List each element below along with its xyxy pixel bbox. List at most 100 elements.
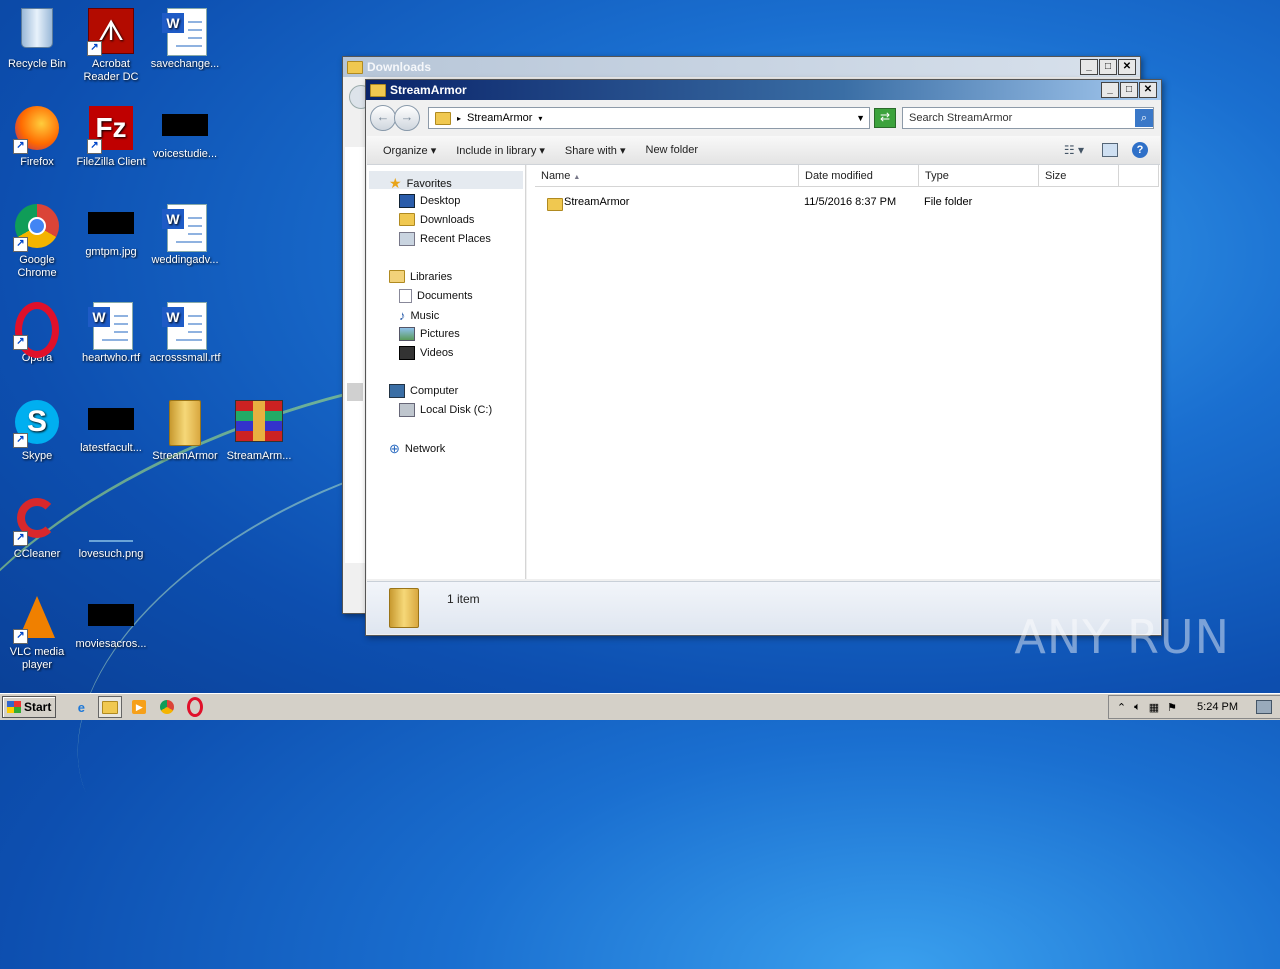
desktop-icon-label: Acrobat Reader DC — [83, 58, 139, 83]
word-document-icon: W — [161, 302, 209, 350]
desktop-icon-label: StreamArmor — [152, 450, 218, 462]
include-in-library-button[interactable]: Include in library ▾ — [448, 144, 553, 157]
back-arrow-icon[interactable]: ← — [370, 105, 396, 131]
address-bar[interactable]: ▸ StreamArmor ▾ ▼ — [428, 107, 870, 129]
downloads-folder-icon — [399, 213, 415, 226]
nav-videos[interactable]: Videos — [399, 346, 453, 360]
nav-network[interactable]: ⊕ Network — [389, 441, 445, 457]
search-icon[interactable]: ⌕ — [1135, 109, 1153, 127]
downloads-titlebar[interactable]: Downloads _ □ ✕ — [343, 57, 1140, 77]
new-folder-button[interactable]: New folder — [638, 144, 707, 156]
network-tray-icon[interactable]: ▦ — [1149, 701, 1159, 714]
desktop-icon-recycle-bin[interactable]: Recycle Bin — [0, 2, 74, 71]
nav-favorites[interactable]: ★ Favorites — [389, 175, 452, 192]
minimize-button[interactable]: _ — [1101, 82, 1119, 98]
desktop-icon-gmtpm[interactable]: gmtpm.jpg — [74, 198, 148, 259]
desktop-icon-moviesacros[interactable]: moviesacros... — [74, 590, 148, 651]
windows-logo-icon — [7, 701, 21, 713]
desktop-icon-streamarmor-archive[interactable]: StreamArm... — [222, 394, 296, 463]
desktop-icon-lovesuch[interactable]: lovesuch.png — [74, 492, 148, 561]
show-hidden-icons-icon[interactable]: ⌃ — [1117, 701, 1126, 714]
preview-pane-icon[interactable] — [1102, 143, 1118, 157]
maximize-button[interactable]: □ — [1120, 82, 1138, 98]
word-document-icon: W — [161, 8, 209, 56]
desktop-icon-heartwho[interactable]: W heartwho.rtf — [74, 296, 148, 365]
view-options-icon[interactable]: ☷ ▾ — [1064, 143, 1084, 157]
desktop-icon-firefox[interactable]: ↗ Firefox — [0, 100, 74, 169]
explorer-taskbar-icon[interactable] — [98, 696, 123, 718]
share-with-button[interactable]: Share with ▾ — [557, 144, 634, 157]
clock[interactable]: 5:24 PM — [1197, 701, 1238, 713]
chevron-down-icon: ▾ — [430, 144, 437, 157]
start-button[interactable]: Start — [2, 696, 57, 718]
breadcrumb[interactable]: StreamArmor — [467, 112, 532, 124]
nav-computer[interactable]: Computer — [389, 384, 458, 398]
media-player-icon[interactable]: ▶ — [128, 697, 150, 717]
nav-pictures[interactable]: Pictures — [399, 327, 460, 341]
file-date: 11/5/2016 8:37 PM — [804, 196, 897, 208]
libraries-icon — [389, 270, 405, 283]
firefox-icon: ↗ — [13, 106, 61, 154]
desktop-icon-ccleaner[interactable]: ↗ CCleaner — [0, 492, 74, 561]
column-header-name[interactable]: Name ▲ — [535, 165, 799, 187]
scroll-thumb[interactable] — [347, 383, 363, 401]
nav-label: Documents — [417, 290, 473, 302]
desktop-icon-weddingadv[interactable]: W weddingadv... — [148, 198, 222, 267]
nav-local-disk[interactable]: Local Disk (C:) — [399, 403, 492, 417]
volume-icon[interactable]: 🔈︎ — [1134, 701, 1141, 714]
nav-downloads[interactable]: Downloads — [399, 213, 474, 226]
explorer-titlebar[interactable]: StreamArmor _ □ ✕ — [366, 80, 1161, 100]
desktop-icon-label: StreamArm... — [226, 450, 292, 462]
desktop-icon-label: Firefox — [20, 156, 54, 168]
action-center-flag-icon[interactable]: ⚑ — [1167, 701, 1177, 714]
nav-music[interactable]: ♪ Music — [399, 308, 439, 323]
nav-recent-places[interactable]: Recent Places — [399, 232, 491, 246]
desktop-icon-filezilla[interactable]: Fz ↗ FileZilla Client — [74, 100, 148, 169]
breadcrumb-dropdown-icon[interactable]: ▾ — [538, 114, 542, 123]
desktop-icon-acrobat[interactable]: ᗑ ↗ Acrobat Reader DC — [74, 2, 148, 84]
breadcrumb-chevron-icon[interactable]: ▸ — [457, 114, 461, 123]
column-header-size[interactable]: Size — [1039, 165, 1119, 187]
desktop-icon-label: savechange... — [150, 58, 220, 70]
chrome-icon: ↗ — [13, 204, 61, 252]
show-desktop-icon[interactable] — [1256, 700, 1272, 714]
share-label: Share with — [564, 144, 617, 157]
file-row[interactable]: StreamArmor 11/5/2016 8:37 PM File folde… — [527, 193, 1160, 211]
column-header-type[interactable]: Type — [919, 165, 1039, 187]
nav-label: Music — [410, 309, 440, 322]
desktop-icon-chrome[interactable]: ↗ Google Chrome — [0, 198, 74, 280]
search-field[interactable]: Search StreamArmor ⌕ — [902, 107, 1154, 129]
folder-icon — [435, 111, 451, 125]
nav-documents[interactable]: Documents — [399, 289, 473, 303]
maximize-button[interactable]: □ — [1099, 59, 1117, 75]
minimize-button[interactable]: _ — [1080, 59, 1098, 75]
address-row: ← → ▸ StreamArmor ▾ ▼ ⇄ Search StreamArm… — [370, 104, 1157, 132]
address-dropdown-icon[interactable]: ▼ — [856, 113, 865, 123]
videos-icon — [399, 346, 415, 360]
desktop-icon-label: weddingadv... — [151, 254, 219, 266]
help-icon[interactable]: ? — [1132, 142, 1148, 158]
chrome-taskbar-icon[interactable] — [156, 697, 178, 717]
nav-label: Desktop — [420, 195, 461, 207]
desktop-icon-savechange[interactable]: W savechange... — [148, 2, 222, 71]
desktop-icon-latestfacult[interactable]: latestfacult... — [74, 394, 148, 455]
desktop-icon-vlc[interactable]: ↗ VLC media player — [0, 590, 74, 672]
opera-taskbar-icon[interactable] — [184, 697, 206, 717]
column-header-date[interactable]: Date modified — [799, 165, 919, 187]
refresh-icon[interactable]: ⇄ — [874, 108, 896, 128]
nav-libraries[interactable]: Libraries — [389, 270, 452, 283]
desktop-icon-voicestudie[interactable]: voicestudie... — [148, 100, 222, 161]
forward-arrow-icon[interactable]: → — [394, 105, 420, 131]
desktop-icon-skype[interactable]: S ↗ Skype — [0, 394, 74, 463]
internet-explorer-icon[interactable]: e — [70, 697, 92, 717]
computer-icon — [389, 384, 405, 398]
close-button[interactable]: ✕ — [1118, 59, 1136, 75]
close-button[interactable]: ✕ — [1139, 82, 1157, 98]
desktop-icon-streamarmor-folder[interactable]: StreamArmor — [148, 394, 222, 463]
desktop-icon-acrosssmall[interactable]: W acrosssmall.rtf — [148, 296, 222, 365]
desktop-icon-opera[interactable]: ↗ Opera — [0, 296, 74, 365]
explorer-window[interactable]: StreamArmor _ □ ✕ ← → ▸ StreamArmor ▾ ▼ … — [365, 79, 1162, 636]
organize-button[interactable]: Organize ▾ — [375, 144, 444, 157]
image-thumbnail-icon — [162, 114, 208, 136]
nav-desktop[interactable]: Desktop — [399, 194, 460, 208]
